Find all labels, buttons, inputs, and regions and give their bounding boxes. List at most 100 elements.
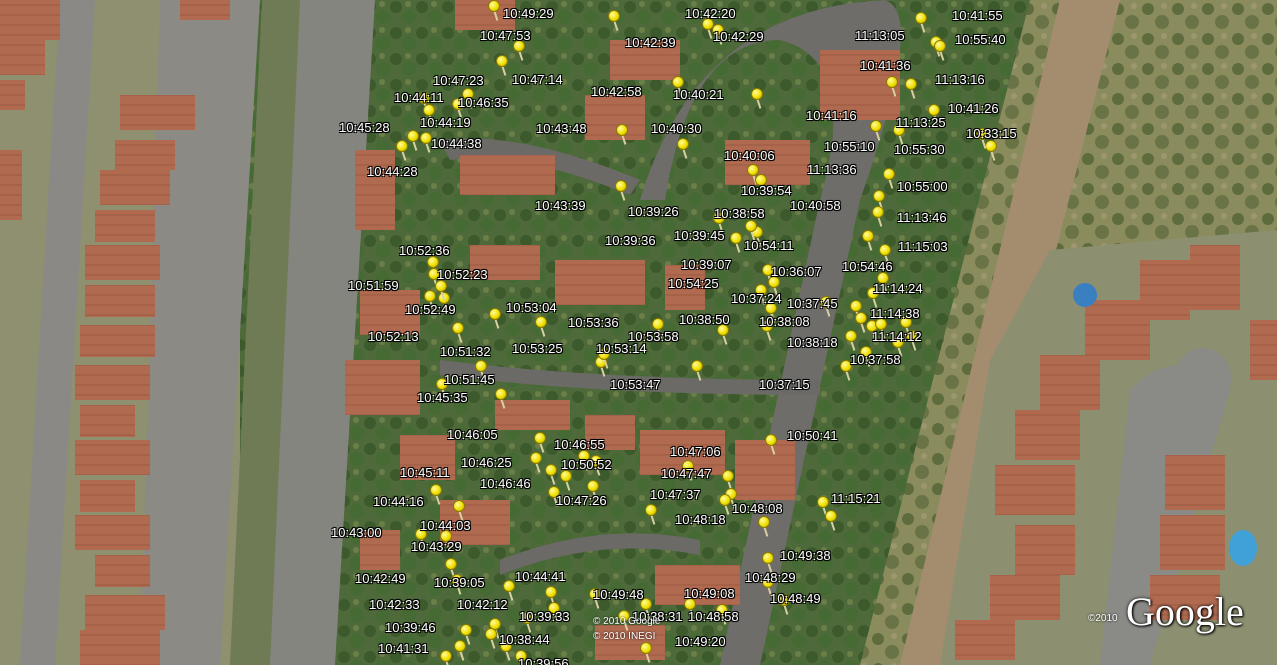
timestamp-label: 10:48:18 — [675, 512, 726, 527]
pushpin-icon[interactable] — [396, 140, 408, 162]
pushpin-icon[interactable] — [496, 55, 508, 77]
pushpin-icon[interactable] — [534, 432, 546, 454]
pushpin-icon[interactable] — [452, 322, 464, 344]
timestamp-label: 10:55:00 — [897, 179, 948, 194]
pushpin-icon[interactable] — [862, 230, 874, 252]
pushpin-icon[interactable] — [886, 76, 898, 98]
pushpin-head-icon — [503, 580, 515, 592]
pushpin-icon[interactable] — [905, 78, 917, 100]
timestamp-label: 10:39:05 — [434, 575, 485, 590]
timestamp-label: 10:36:07 — [771, 264, 822, 279]
timestamp-label: 11:14:12 — [872, 329, 922, 344]
pushpin-head-icon — [640, 642, 652, 654]
pushpin-icon[interactable] — [488, 0, 500, 22]
timestamp-label: 10:41:26 — [948, 101, 999, 116]
pushpin-icon[interactable] — [513, 40, 525, 62]
pushpin-icon[interactable] — [934, 40, 946, 62]
pushpin-head-icon — [722, 470, 734, 482]
pushpin-icon[interactable] — [560, 470, 572, 492]
satellite-map[interactable]: 10:49:29 10:42:20 10:41:55 10:47:53 11:13:05… — [0, 0, 1277, 665]
timestamp-label: 10:37:15 — [759, 377, 810, 392]
timestamp-label: 10:38:58 — [714, 206, 765, 221]
pushpin-head-icon — [396, 140, 408, 152]
pushpin-icon[interactable] — [407, 130, 419, 152]
timestamp-label: 10:48:29 — [745, 570, 796, 585]
pushpin-icon[interactable] — [645, 504, 657, 526]
pushpin-icon[interactable] — [489, 308, 501, 330]
pushpin-icon[interactable] — [616, 124, 628, 146]
timestamp-label: 10:49:29 — [503, 6, 554, 21]
pushpin-icon[interactable] — [608, 10, 620, 32]
pushpin-head-icon — [886, 76, 898, 88]
pushpin-icon[interactable] — [730, 232, 742, 254]
timestamp-label: 10:42:58 — [591, 84, 642, 99]
timestamp-label: 10:33:15 — [966, 126, 1017, 141]
timestamp-label: 10:47:37 — [650, 487, 701, 502]
timestamp-label: 10:47:26 — [556, 493, 607, 508]
timestamp-label: 10:45:35 — [417, 390, 468, 405]
pushpin-icon[interactable] — [915, 12, 927, 34]
google-logo: Google — [1126, 589, 1244, 634]
timestamp-label: 10:37:45 — [787, 296, 838, 311]
timestamp-label: 10:52:49 — [405, 302, 456, 317]
pushpin-icon[interactable] — [535, 316, 547, 338]
timestamp-label: 10:42:12 — [457, 597, 508, 612]
pushpin-icon[interactable] — [440, 650, 452, 665]
pushpin-head-icon — [615, 180, 627, 192]
timestamp-label: 10:44:28 — [367, 164, 418, 179]
timestamp-label: 11:13:05 — [855, 28, 905, 43]
pushpin-head-icon — [691, 360, 703, 372]
pushpin-icon[interactable] — [677, 138, 689, 160]
pushpin-icon[interactable] — [845, 330, 857, 352]
pushpin-icon[interactable] — [640, 642, 652, 664]
pushpin-head-icon — [934, 40, 946, 52]
pushpin-head-icon — [460, 624, 472, 636]
pushpin-head-icon — [905, 78, 917, 90]
pushpin-icon[interactable] — [485, 628, 497, 650]
timestamp-label: 10:47:14 — [512, 72, 563, 87]
timestamp-label: 10:46:46 — [480, 476, 531, 491]
timestamp-label: 10:46:05 — [447, 427, 498, 442]
pushpin-head-icon — [545, 464, 557, 476]
pushpin-head-icon — [751, 88, 763, 100]
pushpin-head-icon — [677, 138, 689, 150]
timestamp-label: 10:50:52 — [561, 457, 612, 472]
pushpin-head-icon — [879, 244, 891, 256]
timestamp-label: 10:38:08 — [759, 314, 810, 329]
pushpin-icon[interactable] — [825, 510, 837, 532]
timestamp-label: 10:42:20 — [685, 6, 736, 21]
pushpin-icon[interactable] — [545, 464, 557, 486]
timestamp-label: 10:44:11 — [394, 90, 444, 105]
pushpin-head-icon — [862, 230, 874, 242]
pushpin-icon[interactable] — [430, 484, 442, 506]
timestamp-label: 10:54:11 — [744, 238, 794, 253]
timestamp-label: 10:39:26 — [628, 204, 679, 219]
timestamp-label: 10:51:59 — [348, 278, 399, 293]
pushpin-icon[interactable] — [615, 180, 627, 202]
pushpin-head-icon — [719, 494, 731, 506]
pushpin-icon[interactable] — [751, 88, 763, 110]
timestamp-label: 10:53:36 — [568, 315, 619, 330]
pushpin-icon[interactable] — [717, 324, 729, 346]
pushpin-icon[interactable] — [883, 168, 895, 190]
pushpin-icon[interactable] — [765, 434, 777, 456]
pushpin-head-icon — [872, 206, 884, 218]
timestamp-label: 10:40:58 — [790, 198, 841, 213]
timestamp-label: 11:13:16 — [935, 72, 985, 87]
timestamp-label: 10:47:23 — [433, 73, 484, 88]
copyright-google: © 2010 Google — [593, 616, 661, 627]
timestamp-label: 10:53:47 — [610, 377, 661, 392]
timestamp-label: 10:51:32 — [440, 344, 491, 359]
pushpin-icon[interactable] — [691, 360, 703, 382]
pushpin-icon[interactable] — [530, 452, 542, 474]
timestamp-label: 10:47:47 — [661, 466, 712, 481]
timestamp-label: 10:53:25 — [512, 341, 563, 356]
pushpin-head-icon — [485, 628, 497, 640]
timestamp-label: 10:55:40 — [955, 32, 1006, 47]
pushpin-icon[interactable] — [495, 388, 507, 410]
pushpin-icon[interactable] — [454, 640, 466, 662]
pushpin-icon[interactable] — [872, 206, 884, 228]
pushpin-icon[interactable] — [758, 516, 770, 538]
pushpin-head-icon — [616, 124, 628, 136]
pushpin-icon[interactable] — [435, 280, 447, 302]
